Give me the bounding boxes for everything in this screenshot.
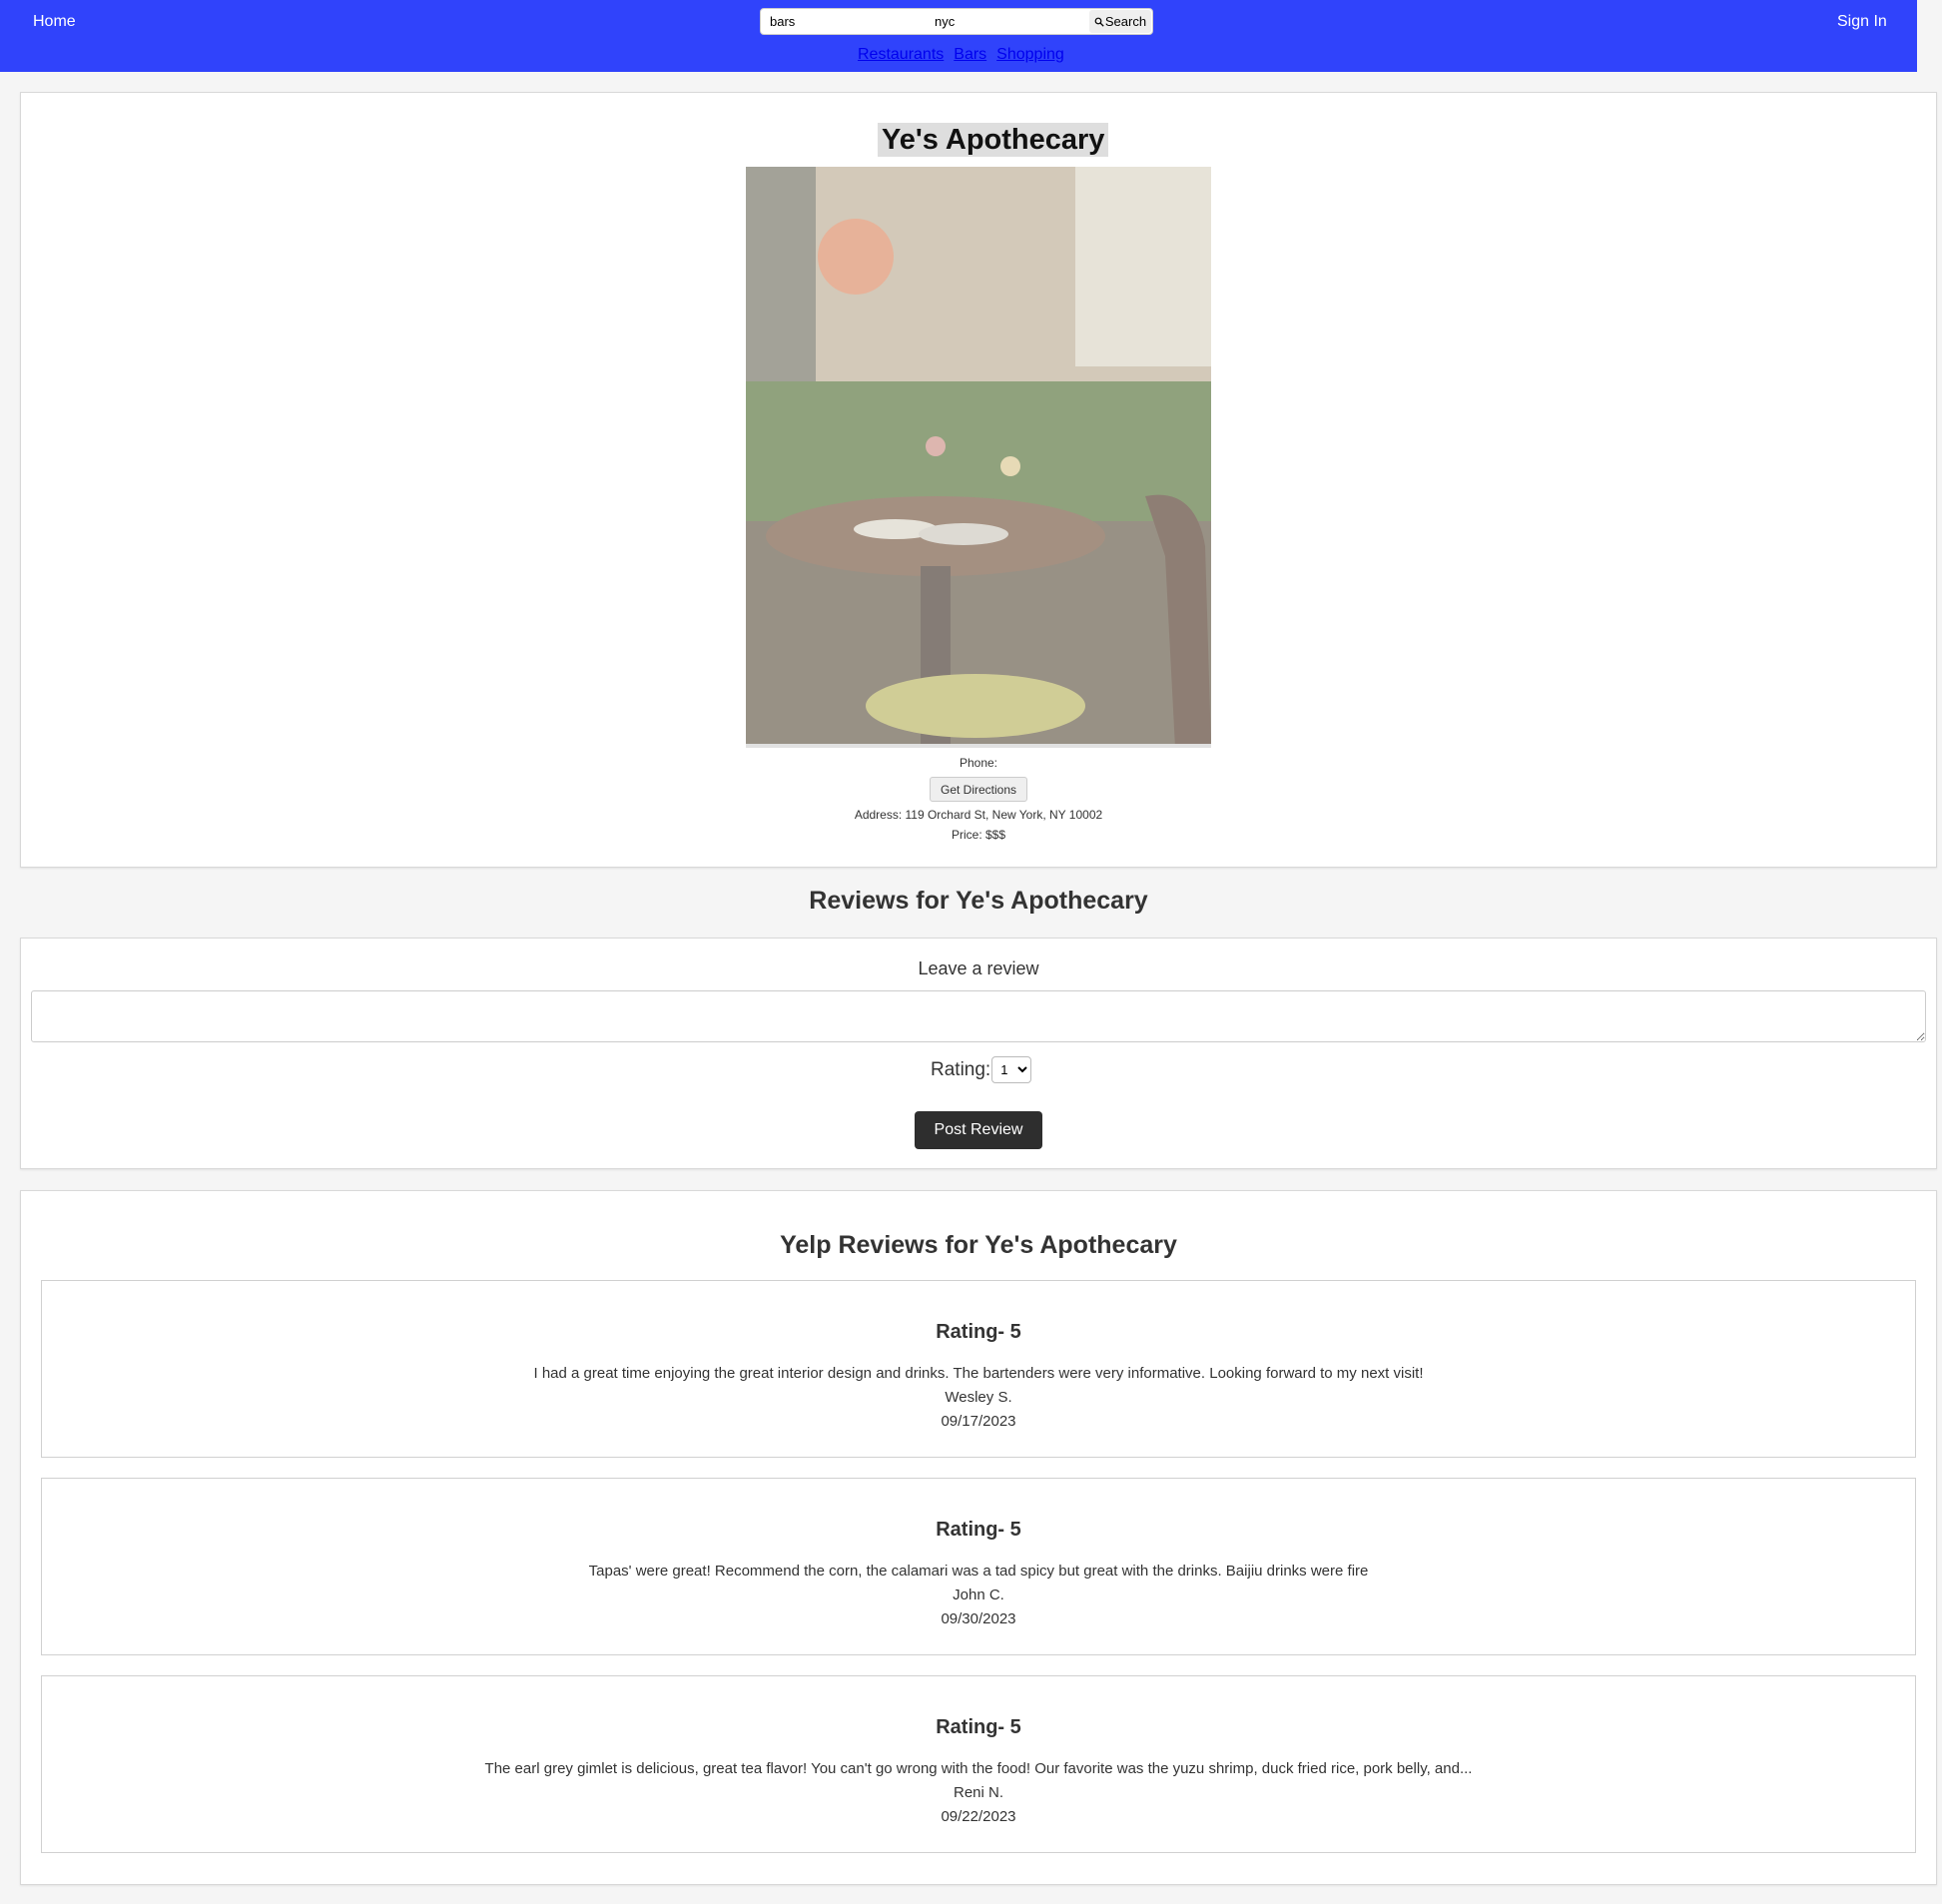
category-link-restaurants[interactable]: Restaurants — [858, 46, 944, 64]
business-title: Ye's Apothecary — [878, 123, 1109, 157]
business-photo — [746, 167, 1211, 748]
rating-row: Rating: 1 — [931, 1056, 1032, 1083]
review-textarea[interactable] — [31, 990, 1926, 1042]
rating-select[interactable]: 1 — [991, 1056, 1032, 1083]
review-text: The earl grey gimlet is delicious, great… — [484, 1760, 1473, 1777]
review-date: 09/17/2023 — [941, 1413, 1016, 1430]
review-item: Rating- 5 The earl grey gimlet is delici… — [41, 1675, 1916, 1853]
rating-label: Rating: — [931, 1058, 991, 1080]
review-rating: Rating- 5 — [936, 1519, 1021, 1541]
search-where-input[interactable] — [935, 12, 1084, 31]
business-price: Price: $$$ — [951, 828, 1006, 842]
photo-overlay — [746, 167, 1211, 748]
category-link-shopping[interactable]: Shopping — [996, 46, 1064, 64]
review-text: Tapas' were great! Recommend the corn, t… — [588, 1563, 1369, 1580]
leave-review-label: Leave a review — [918, 958, 1039, 978]
review-author: John C. — [953, 1587, 1004, 1603]
search-bar: Search — [760, 8, 1153, 35]
top-navbar: Home Search Sign In Restaurants Bars Sho… — [0, 0, 1917, 72]
review-date: 09/22/2023 — [941, 1808, 1016, 1825]
category-nav: Restaurants Bars Shopping — [858, 46, 1064, 64]
review-author: Wesley S. — [945, 1389, 1012, 1406]
review-date: 09/30/2023 — [941, 1610, 1016, 1627]
search-icon — [1094, 17, 1104, 27]
business-address: Address: 119 Orchard St, New York, NY 10… — [854, 808, 1103, 822]
home-link[interactable]: Home — [33, 13, 76, 31]
yelp-reviews-heading: Yelp Reviews for Ye's Apothecary — [780, 1231, 1177, 1259]
search-what-input[interactable] — [770, 12, 920, 31]
search-button-label: Search — [1104, 14, 1147, 29]
reviews-heading: Reviews for Ye's Apothecary — [809, 887, 1148, 915]
review-author: Reni N. — [953, 1784, 1004, 1801]
sign-in-link[interactable]: Sign In — [1837, 13, 1887, 31]
review-rating: Rating- 5 — [936, 1716, 1021, 1738]
post-review-button[interactable]: Post Review — [915, 1111, 1042, 1149]
review-item: Rating- 5 Tapas' were great! Recommend t… — [41, 1478, 1916, 1655]
get-directions-button[interactable]: Get Directions — [930, 777, 1027, 802]
review-rating: Rating- 5 — [936, 1321, 1021, 1343]
business-phone: Phone: — [959, 756, 998, 770]
search-button[interactable]: Search — [1089, 10, 1151, 33]
category-link-bars[interactable]: Bars — [954, 46, 986, 64]
review-item: Rating- 5 I had a great time enjoying th… — [41, 1280, 1916, 1458]
review-text: I had a great time enjoying the great in… — [533, 1365, 1424, 1382]
